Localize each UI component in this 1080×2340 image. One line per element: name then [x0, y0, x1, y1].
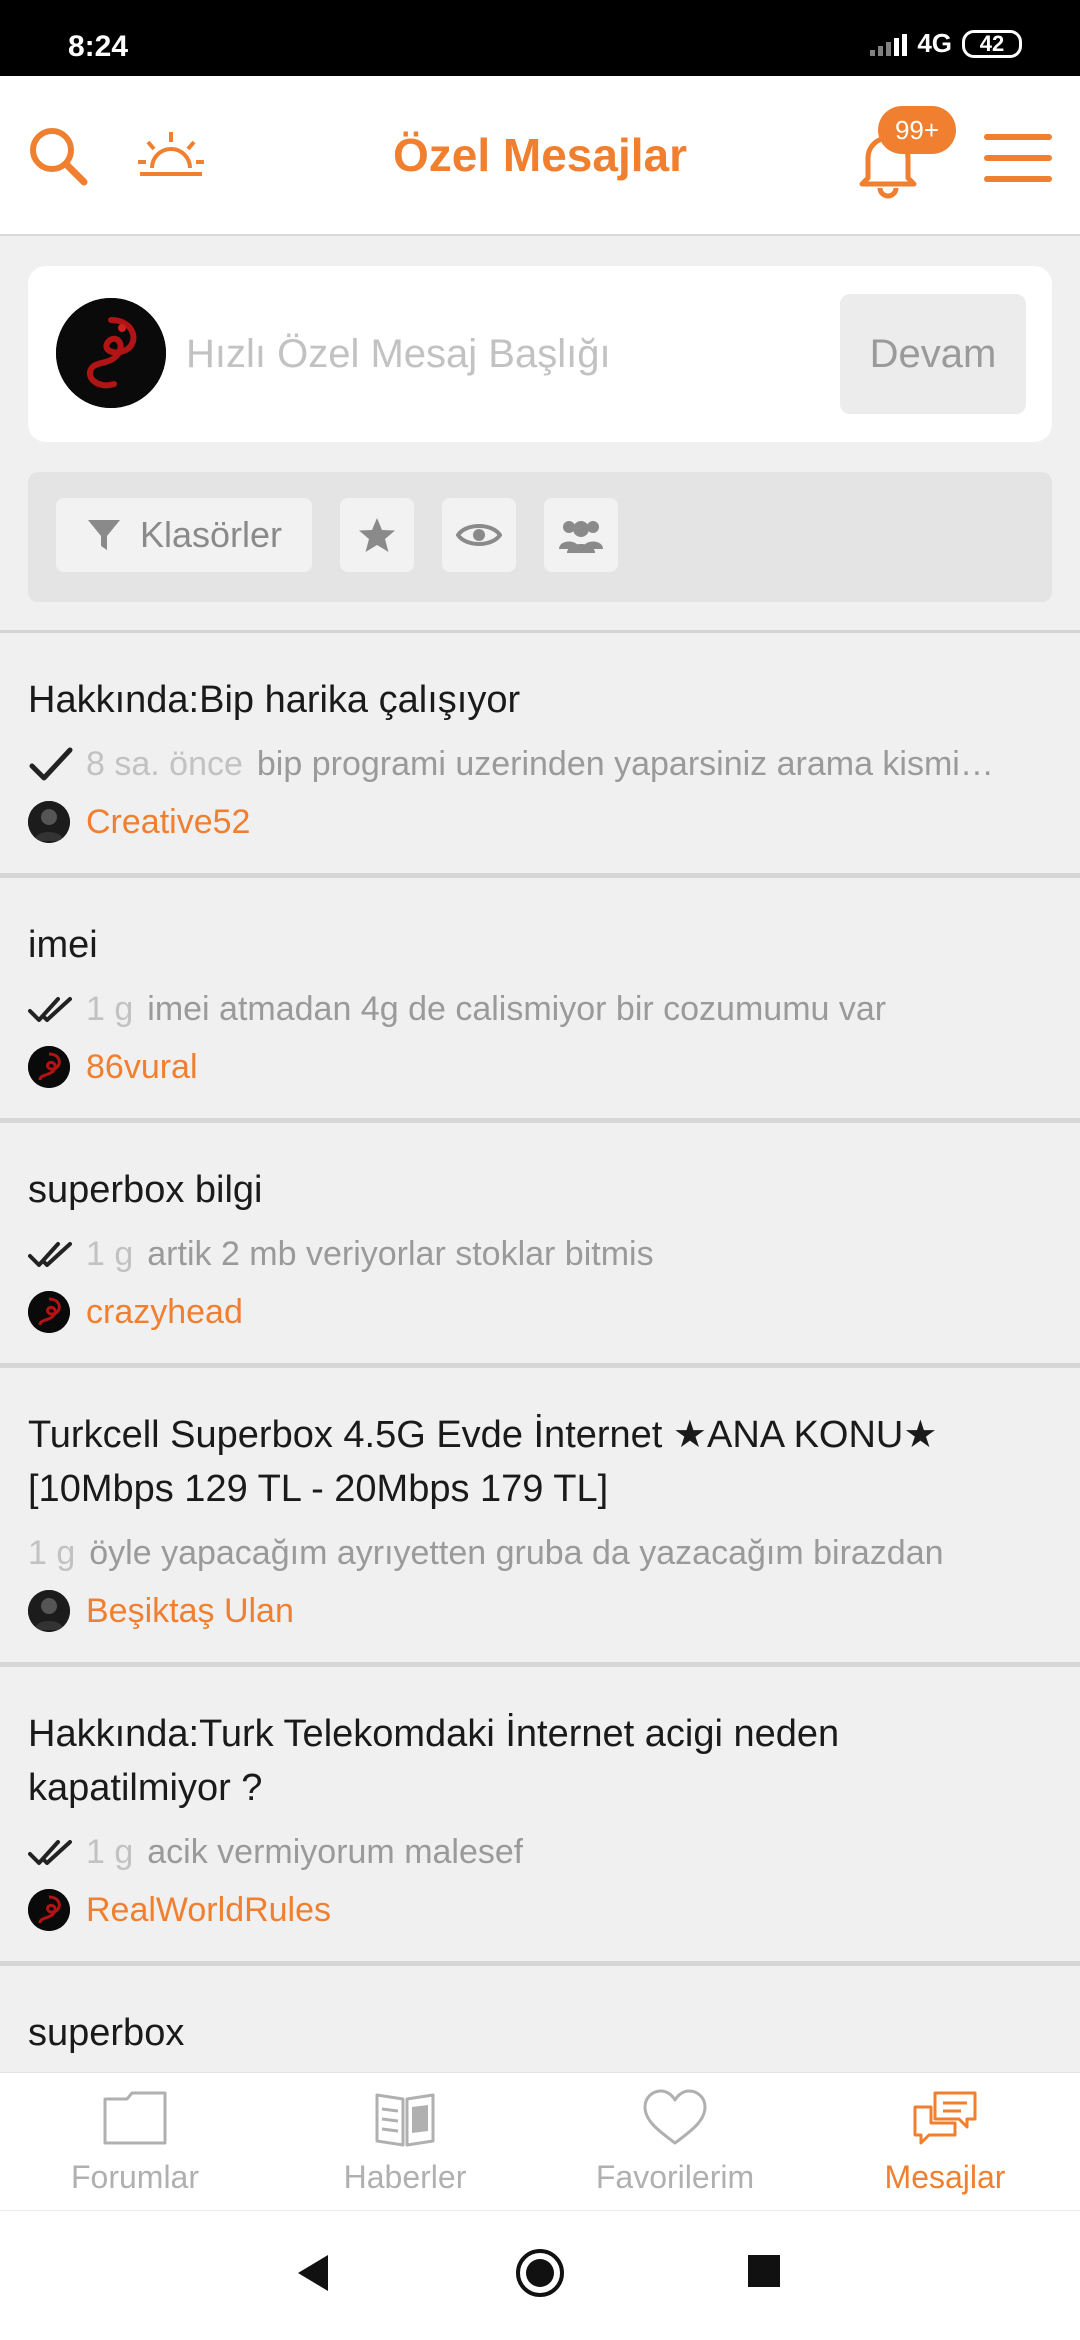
star-icon: [359, 518, 395, 552]
app-header: Özel Mesajlar 99+: [0, 76, 1080, 236]
message-title: Hakkında:Bip harika çalışıyor: [28, 679, 521, 721]
chat-bubbles-icon: [913, 2091, 977, 2145]
message-meta: 1 g öyle yapacağım ayrıyetten gruba da y…: [28, 1530, 1052, 1576]
hamburger-menu-icon[interactable]: [980, 128, 1056, 188]
continue-button[interactable]: Devam: [840, 294, 1026, 414]
message-meta: 1 g acik vermiyorum malesef: [28, 1829, 1052, 1875]
message-row[interactable]: Hakkında:Turk Telekomdaki İnternet acigi…: [0, 1667, 1080, 1966]
message-title: Turkcell Superbox 4.5G Evde İnternet ★AN…: [28, 1414, 938, 1510]
author-avatar: [28, 1291, 70, 1333]
message-row[interactable]: superbox: [0, 1966, 1080, 2066]
author-name: Beşiktaş Ulan: [86, 1591, 294, 1630]
app-root: 8:24 4G 42 Özel Mesajlar 99+ Deva: [0, 0, 1080, 2340]
message-author[interactable]: RealWorldRules: [28, 1889, 1052, 1931]
message-time: 8 sa. önce: [86, 745, 243, 783]
sent-check-icon: [29, 747, 73, 781]
message-title: superbox bilgi: [28, 1169, 263, 1211]
folders-label: Klasörler: [139, 514, 283, 555]
nav-news-label: Haberler: [343, 2159, 467, 2195]
starred-filter-button[interactable]: [340, 498, 414, 572]
read-double-check-icon: [28, 997, 72, 1022]
message-author[interactable]: Beşiktaş Ulan: [28, 1590, 1052, 1632]
author-avatar: [28, 1590, 70, 1632]
message-row[interactable]: imei 1 g imei atmadan 4g de calismiyor b…: [0, 878, 1080, 1123]
message-preview: artik 2 mb veriyorlar stoklar bitmis: [147, 1235, 654, 1273]
message-author[interactable]: 86vural: [28, 1046, 1052, 1088]
message-row[interactable]: superbox bilgi 1 g artik 2 mb veriyorlar…: [0, 1123, 1080, 1368]
system-navigation-bar: [0, 2210, 1080, 2340]
message-meta: 8 sa. önce bip programi uzerinden yapars…: [28, 741, 1052, 787]
nav-forums[interactable]: Forumlar: [0, 2073, 270, 2210]
author-avatar: [28, 1046, 70, 1088]
read-double-check-icon: [28, 1840, 72, 1865]
message-time: 1 g: [86, 990, 134, 1028]
author-name: RealWorldRules: [86, 1890, 332, 1929]
status-bar: 8:24 4G 42: [0, 0, 1080, 76]
bottom-navigation: Forumlar Haberler Favorilerim Mesajlar: [0, 2072, 1080, 2210]
nav-favorites-label: Favorilerim: [595, 2159, 755, 2195]
author-avatar: [28, 1889, 70, 1931]
nav-messages[interactable]: Mesajlar: [810, 2073, 1080, 2210]
message-author[interactable]: crazyhead: [28, 1291, 1052, 1333]
newspaper-icon: [375, 2093, 435, 2147]
message-preview: acik vermiyorum malesef: [147, 1833, 524, 1871]
battery-indicator: 42: [962, 29, 1022, 58]
filter-icon: [87, 520, 120, 550]
message-title: imei: [28, 924, 98, 966]
message-meta: 1 g imei atmadan 4g de calismiyor bir co…: [28, 986, 1052, 1032]
message-time: 1 g: [28, 1534, 76, 1572]
folders-button[interactable]: Klasörler: [56, 498, 312, 572]
read-double-check-icon: [28, 1242, 72, 1267]
status-time: 8:24: [68, 30, 129, 63]
user-avatar: [56, 298, 166, 408]
nav-news[interactable]: Haberler: [270, 2073, 540, 2210]
author-name: Creative52: [86, 802, 251, 841]
message-time: 1 g: [86, 1235, 134, 1273]
message-row[interactable]: Hakkında:Bip harika çalışıyor 8 sa. önce…: [0, 633, 1080, 878]
message-title: Hakkında:Turk Telekomdaki İnternet acigi…: [28, 1713, 840, 1809]
nav-messages-label: Mesajlar: [884, 2159, 1006, 2195]
notification-badge: 99+: [878, 106, 956, 154]
back-icon[interactable]: [294, 2251, 334, 2300]
message-list: Hakkında:Bip harika çalışıyor 8 sa. önce…: [0, 633, 1080, 2066]
filter-bar: Klasörler: [28, 472, 1052, 602]
author-name: crazyhead: [86, 1292, 243, 1331]
unread-filter-button[interactable]: [442, 498, 516, 572]
recents-icon[interactable]: [746, 2253, 782, 2294]
message-title-input[interactable]: [186, 316, 826, 392]
message-preview: imei atmadan 4g de calismiyor bir cozumu…: [147, 990, 887, 1028]
nav-forums-label: Forumlar: [70, 2159, 199, 2195]
heart-icon: [643, 2089, 707, 2145]
network-type: 4G: [917, 28, 952, 58]
signal-icon: [870, 32, 908, 56]
status-icons: 4G 42: [870, 28, 1022, 59]
message-row[interactable]: Turkcell Superbox 4.5G Evde İnternet ★AN…: [0, 1368, 1080, 1667]
home-icon[interactable]: [514, 2247, 566, 2304]
group-icon: [559, 521, 603, 553]
group-filter-button[interactable]: [544, 498, 618, 572]
eye-icon: [456, 524, 502, 546]
message-preview: bip programi uzerinden yaparsiniz arama …: [256, 745, 994, 783]
message-title: superbox: [28, 2012, 185, 2054]
author-name: 86vural: [86, 1047, 198, 1086]
nav-favorites[interactable]: Favorilerim: [540, 2073, 810, 2210]
message-time: 1 g: [86, 1833, 134, 1871]
message-author[interactable]: Creative52: [28, 801, 1052, 843]
message-meta: 1 g artik 2 mb veriyorlar stoklar bitmis: [28, 1231, 1052, 1277]
folder-icon: [103, 2091, 167, 2145]
quick-message-composer: Devam: [28, 266, 1052, 442]
author-avatar: [28, 801, 70, 843]
message-preview: öyle yapacağım ayrıyetten gruba da yazac…: [89, 1534, 944, 1572]
